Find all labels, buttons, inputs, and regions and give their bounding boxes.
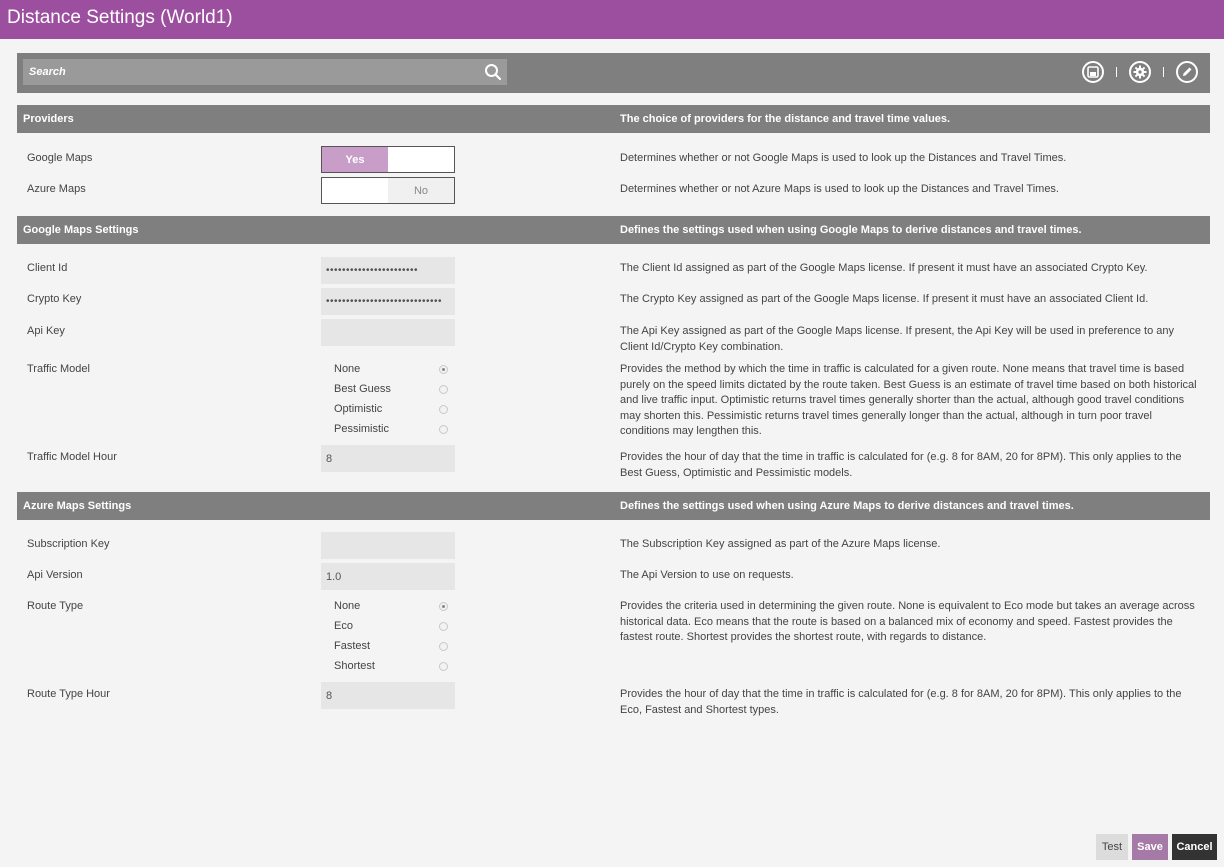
route-type-hour-label: Route Type Hour	[27, 688, 110, 700]
route-type-hour-field[interactable]: 8	[321, 682, 455, 709]
crypto-key-label: Crypto Key	[27, 293, 82, 305]
traffic-model-hour-description: Provides the hour of day that the time i…	[620, 451, 1182, 479]
route-type-option-none[interactable]: None	[334, 597, 448, 615]
traffic-model-label: Traffic Model	[27, 363, 90, 375]
cancel-button[interactable]: Cancel	[1172, 834, 1217, 860]
radio-label: Pessimistic	[334, 423, 390, 435]
radio-button-selected[interactable]	[439, 364, 448, 374]
radio-button[interactable]	[439, 424, 448, 434]
toolbar-separator	[1163, 67, 1164, 77]
gear-icon[interactable]	[1129, 61, 1151, 83]
section-title: Azure Maps Settings	[23, 500, 132, 512]
azure-maps-label: Azure Maps	[27, 183, 86, 195]
search-input[interactable]	[23, 59, 507, 85]
radio-label: Optimistic	[334, 403, 383, 415]
azure-maps-description: Determines whether or not Azure Maps is …	[620, 183, 1059, 195]
window-title: Distance Settings (World1)	[0, 0, 1224, 39]
traffic-model-option-best-guess[interactable]: Best Guess	[334, 380, 448, 398]
subscription-key-description: The Subscription Key assigned as part of…	[620, 538, 941, 550]
route-type-hour-description: Provides the hour of day that the time i…	[620, 688, 1182, 716]
traffic-model-description: Provides the method by which the time in…	[620, 363, 1197, 437]
traffic-model-option-none[interactable]: None	[334, 360, 448, 378]
api-version-description: The Api Version to use on requests.	[620, 569, 794, 581]
api-key-label: Api Key	[27, 325, 65, 337]
route-type-description: Provides the criteria used in determinin…	[620, 600, 1195, 643]
crypto-key-description: The Crypto Key assigned as part of the G…	[620, 293, 1149, 305]
api-key-description: The Api Key assigned as part of the Goog…	[620, 325, 1174, 353]
route-type-option-eco[interactable]: Eco	[334, 617, 448, 635]
radio-label: Shortest	[334, 660, 375, 672]
radio-button-selected[interactable]	[439, 601, 448, 611]
radio-button[interactable]	[439, 404, 448, 414]
azure-settings-header: Azure Maps Settings Defines the settings…	[17, 492, 1210, 520]
toolbar	[17, 53, 1210, 93]
subscription-key-field[interactable]	[321, 532, 455, 559]
radio-label: None	[334, 600, 361, 612]
section-description: Defines the settings used when using Azu…	[620, 500, 1074, 512]
crypto-key-field[interactable]: •••••••••••••••••••••••••••••	[321, 288, 455, 315]
toggle-off-area[interactable]	[388, 147, 454, 172]
toggle-off-area[interactable]	[322, 178, 388, 203]
save-button[interactable]: Save	[1132, 834, 1168, 860]
route-type-option-shortest[interactable]: Shortest	[334, 657, 448, 675]
floppy-icon[interactable]	[1082, 61, 1104, 83]
search-icon[interactable]	[484, 63, 502, 81]
subscription-key-label: Subscription Key	[27, 538, 110, 550]
google-maps-description: Determines whether or not Google Maps is…	[620, 152, 1067, 164]
test-button[interactable]: Test	[1096, 834, 1128, 860]
google-maps-toggle[interactable]: Yes	[321, 146, 455, 173]
radio-label: Best Guess	[334, 383, 391, 395]
radio-button[interactable]	[439, 384, 448, 394]
route-type-option-fastest[interactable]: Fastest	[334, 637, 448, 655]
radio-button[interactable]	[439, 641, 448, 651]
pencil-icon[interactable]	[1176, 61, 1198, 83]
providers-header: Providers The choice of providers for th…	[17, 105, 1210, 133]
section-description: The choice of providers for the distance…	[620, 113, 951, 125]
traffic-model-option-pessimistic[interactable]: Pessimistic	[334, 420, 448, 438]
radio-label: Eco	[334, 620, 353, 632]
api-version-label: Api Version	[27, 569, 83, 581]
section-description: Defines the settings used when using Goo…	[620, 224, 1082, 236]
radio-label: None	[334, 363, 361, 375]
toggle-no[interactable]: No	[388, 178, 454, 203]
azure-maps-toggle[interactable]: No	[321, 177, 455, 204]
client-id-description: The Client Id assigned as part of the Go…	[620, 262, 1148, 274]
section-title: Providers	[23, 113, 74, 125]
google-settings-header: Google Maps Settings Defines the setting…	[17, 216, 1210, 244]
radio-button[interactable]	[439, 661, 448, 671]
traffic-model-hour-label: Traffic Model Hour	[27, 451, 117, 463]
toolbar-actions	[1082, 61, 1198, 83]
api-key-field[interactable]	[321, 319, 455, 346]
section-title: Google Maps Settings	[23, 224, 139, 236]
client-id-field[interactable]: •••••••••••••••••••••••	[321, 257, 455, 284]
radio-button[interactable]	[439, 621, 448, 631]
google-maps-label: Google Maps	[27, 152, 93, 164]
toolbar-separator	[1116, 67, 1117, 77]
toggle-yes[interactable]: Yes	[322, 147, 388, 172]
route-type-label: Route Type	[27, 600, 84, 612]
api-version-field[interactable]: 1.0	[321, 563, 455, 590]
search-box	[23, 59, 507, 85]
radio-label: Fastest	[334, 640, 371, 652]
traffic-model-option-optimistic[interactable]: Optimistic	[334, 400, 448, 418]
client-id-label: Client Id	[27, 262, 68, 274]
traffic-model-hour-field[interactable]: 8	[321, 445, 455, 472]
